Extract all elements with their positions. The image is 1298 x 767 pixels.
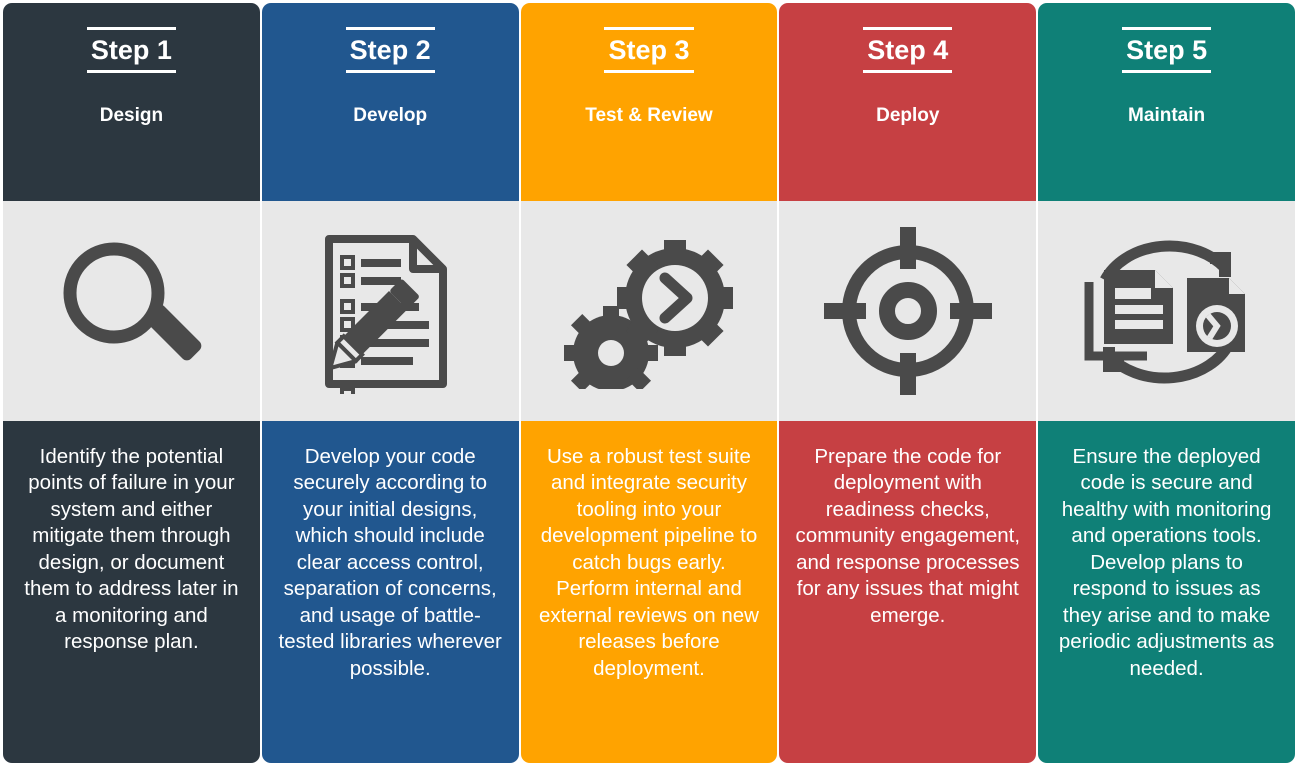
step-body-4: Prepare the code for deployment with rea… (779, 421, 1037, 763)
step-column-1[interactable]: Step 1 Design Identify the potential poi… (3, 3, 260, 763)
step-header-3: Step 3 Test & Review (520, 3, 778, 201)
step-header-1: Step 1 Design (3, 3, 260, 201)
step-body-2: Develop your code securely according to … (261, 421, 519, 763)
step-icon-band-2 (261, 201, 519, 421)
step-icon-band-3 (520, 201, 778, 421)
crosshair-target-icon (823, 227, 992, 395)
step-column-5[interactable]: Step 5 Maintain Ensure the deployed code… (1038, 3, 1295, 763)
magnifying-glass-icon (51, 231, 211, 391)
step-label-5: Step 5 (1122, 27, 1212, 73)
gears-chevron-icon (561, 234, 736, 389)
step-header-2: Step 2 Develop (261, 3, 519, 201)
step-body-1: Identify the potential points of failure… (3, 421, 260, 763)
step-label-1: Step 1 (86, 27, 176, 73)
documents-sync-arrows-icon (1077, 234, 1257, 389)
step-label-2: Step 2 (345, 27, 435, 73)
step-phase-4: Deploy (876, 105, 940, 126)
document-checklist-pencil-icon (315, 229, 465, 394)
step-phase-1: Design (99, 105, 164, 126)
step-body-5: Ensure the deployed code is secure and h… (1038, 421, 1295, 763)
step-column-4[interactable]: Step 4 Deploy Prepare the code for deplo… (779, 3, 1037, 763)
step-icon-band-4 (779, 201, 1037, 421)
step-column-3[interactable]: Step 3 Test & Review Use a robust test s… (520, 3, 778, 763)
step-phase-2: Develop (353, 105, 428, 126)
step-header-5: Step 5 Maintain (1038, 3, 1295, 201)
step-phase-5: Maintain (1128, 105, 1206, 126)
step-icon-band-1 (3, 201, 260, 421)
process-steps-infographic: Step 1 Design Identify the potential poi… (0, 0, 1298, 767)
step-label-4: Step 4 (863, 27, 953, 73)
step-header-4: Step 4 Deploy (779, 3, 1037, 201)
step-icon-band-5 (1038, 201, 1295, 421)
step-body-3: Use a robust test suite and integrate se… (520, 421, 778, 763)
step-phase-3: Test & Review (585, 105, 713, 126)
step-column-2[interactable]: Step 2 Develop Develop your code securel… (261, 3, 519, 763)
step-label-3: Step 3 (604, 27, 694, 73)
